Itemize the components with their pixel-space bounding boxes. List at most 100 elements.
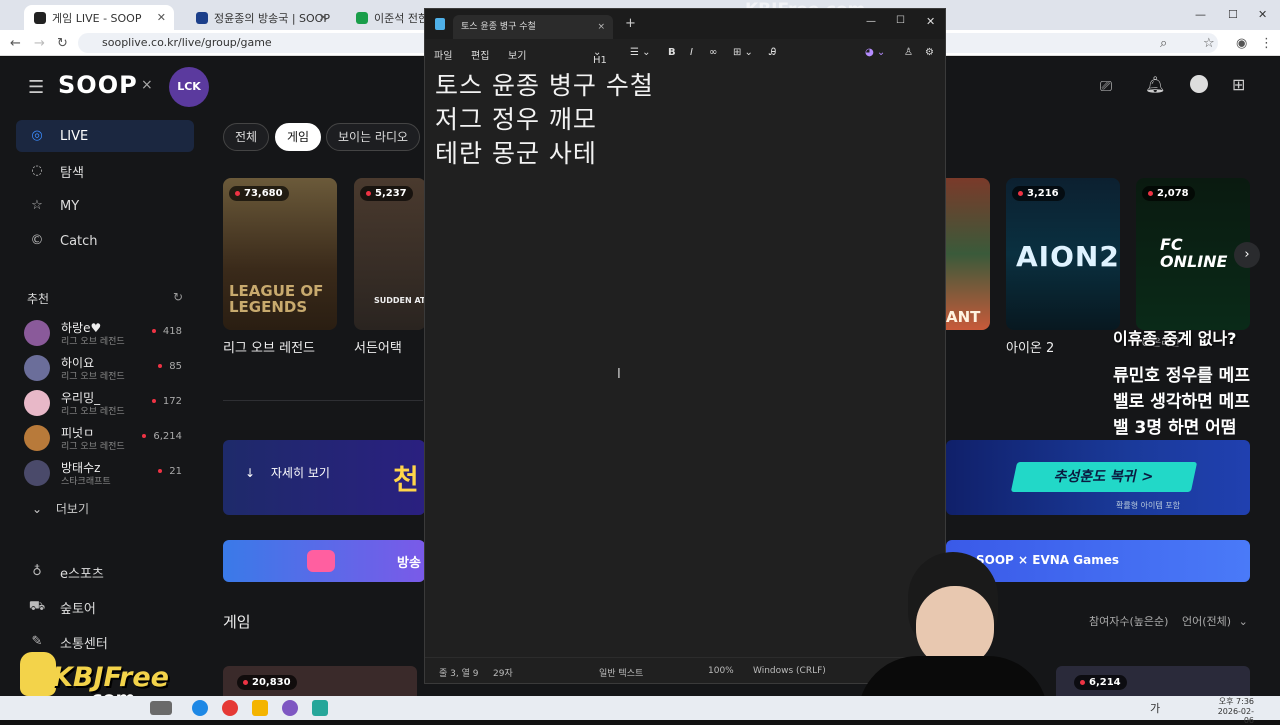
refresh-icon[interactable]: ↻: [173, 290, 183, 304]
account-icon[interactable]: ♙: [904, 47, 913, 58]
zoom-icon[interactable]: ⌕: [1160, 36, 1167, 51]
tab-label: 이준석 전한길: [374, 11, 426, 25]
viewer-count: 85: [158, 361, 182, 372]
event-icon: [307, 550, 335, 572]
link-icon[interactable]: ∞: [709, 47, 717, 58]
chip-game[interactable]: 게임: [275, 123, 322, 151]
user-avatar[interactable]: [1190, 75, 1208, 93]
close-window-icon[interactable]: ✕: [926, 15, 935, 28]
cart-icon: ⛟: [28, 599, 46, 614]
event-banner-left[interactable]: 방송: [223, 540, 425, 582]
hamburger-menu-icon[interactable]: ☰: [28, 77, 44, 98]
forward-icon[interactable]: →: [34, 36, 45, 51]
heading-dropdown[interactable]: H1 ⌄: [593, 47, 607, 66]
game-title[interactable]: 아이온 2: [1006, 337, 1054, 356]
minimize-icon[interactable]: —: [866, 16, 876, 27]
promo-banner-right[interactable]: 추성훈도 복귀 > 확률형 아이템 포함: [946, 440, 1250, 515]
bold-icon[interactable]: B: [668, 47, 676, 58]
tab-game-live[interactable]: 게임 LIVE - SOOP ✕: [24, 5, 174, 30]
sidebar-item-live[interactable]: ◎ LIVE: [16, 120, 194, 152]
sidebar-item-store[interactable]: ⛟ 숲토어: [16, 591, 194, 623]
discord-icon[interactable]: [282, 700, 298, 716]
chip-radio[interactable]: 보이는 라디오: [326, 123, 421, 151]
settings-gear-icon[interactable]: ⚙: [925, 47, 934, 58]
tab-news[interactable]: 이준석 전한길: [346, 5, 426, 30]
game-title[interactable]: 서든어택: [354, 337, 402, 356]
viewer-count: 172: [152, 396, 182, 407]
minimize-icon[interactable]: —: [1195, 8, 1206, 21]
status-position: 줄 3, 열 9: [439, 669, 479, 679]
avatar: [24, 355, 50, 381]
edge-icon[interactable]: [192, 700, 208, 716]
close-icon[interactable]: ✕: [319, 11, 328, 24]
sidebar-item-my[interactable]: ☆ MY: [16, 190, 194, 222]
sidebar-item-esports[interactable]: ♁ e스포츠: [16, 556, 194, 588]
clock[interactable]: 오후 7:36 2026-02-06: [1210, 696, 1254, 725]
recommend-title: 추천: [27, 292, 50, 306]
maximize-icon[interactable]: ☐: [1228, 8, 1238, 21]
list-item[interactable]: 하랑e♥ 리그 오브 레전드 418: [24, 318, 194, 348]
kbj-mascot-icon: [20, 652, 56, 696]
detail-button[interactable]: ↓ 자세히 보기: [245, 464, 330, 481]
notepad-tab-title: 토스 윤종 병구 수철: [461, 22, 536, 32]
task-view-icon[interactable]: [150, 701, 172, 715]
notepad-tab[interactable]: 토스 윤종 병구 수철 ×: [453, 15, 613, 39]
profile-icon[interactable]: ◉: [1236, 36, 1247, 51]
detail-label: 자세히 보기: [270, 466, 330, 480]
ime-indicator[interactable]: 가: [1150, 700, 1160, 716]
reload-icon[interactable]: ↻: [57, 36, 68, 51]
notepad-taskbar-icon[interactable]: [312, 700, 328, 716]
game-card-fc[interactable]: 2,078 FC ONLINE: [1136, 178, 1250, 330]
broadcast-icon[interactable]: ⎚: [1100, 77, 1112, 95]
sidebar-item-catch[interactable]: © Catch: [16, 225, 194, 257]
chip-all[interactable]: 전체: [223, 123, 270, 151]
promo-banner-left[interactable]: ↓ 자세히 보기 천: [223, 440, 425, 515]
maximize-icon[interactable]: ☐: [896, 15, 905, 26]
menu-edit[interactable]: 편집: [471, 47, 489, 62]
sort-dropdown[interactable]: 참여자수(높은순): [1089, 613, 1168, 629]
list-item[interactable]: 우리밍_ 리그 오브 레전드 172: [24, 388, 194, 418]
language-label: 언어(전체): [1182, 615, 1232, 628]
notepad-editor[interactable]: 토스 윤종 병구 수철 저그 정우 깨모 테란 몽군 사테: [435, 69, 654, 171]
new-tab-icon[interactable]: +: [625, 16, 636, 31]
more-button[interactable]: ⌄ 더보기: [32, 500, 89, 517]
clear-format-icon[interactable]: Ꭿ: [769, 47, 776, 58]
file-explorer-icon[interactable]: [252, 700, 268, 716]
sidebar-label: 소통센터: [60, 636, 108, 652]
list-item[interactable]: 피넛ㅁ 리그 오브 레전드 6,214: [24, 423, 194, 453]
news-favicon-icon: [356, 11, 368, 24]
bookmark-star-icon[interactable]: ☆: [1203, 36, 1215, 51]
copilot-icon[interactable]: ◕ ⌄: [865, 47, 885, 58]
list-icon[interactable]: ☰ ⌄: [630, 47, 651, 58]
game-card-sudden[interactable]: 5,237 SUDDEN ATTACK: [354, 178, 426, 330]
italic-icon[interactable]: I: [690, 47, 693, 58]
list-item[interactable]: 방태수z 스타크래프트 21: [24, 458, 194, 488]
close-icon[interactable]: ✕: [157, 11, 166, 24]
game-card-lol[interactable]: 73,680 LEAGUE OF LEGENDS: [223, 178, 337, 330]
lck-logo[interactable]: LCK: [169, 67, 209, 107]
status-format: 일반 텍스트: [599, 669, 644, 679]
bell-icon[interactable]: 🔔︎: [1145, 75, 1165, 94]
promo-cta-button[interactable]: 추성훈도 복귀 >: [1010, 462, 1198, 492]
menu-view[interactable]: 보기: [508, 47, 526, 62]
carousel-next-icon[interactable]: ›: [1234, 242, 1260, 268]
language-dropdown[interactable]: 언어(전체) ⌄: [1182, 613, 1248, 629]
list-item[interactable]: 하이요 리그 오브 레전드 85: [24, 353, 194, 383]
back-icon[interactable]: ←: [10, 36, 21, 51]
game-card-aion[interactable]: 3,216 AION2: [1006, 178, 1120, 330]
menu-kebab-icon[interactable]: ⋮: [1260, 36, 1273, 51]
stream-thumbnail[interactable]: 20,830: [223, 666, 417, 696]
sidebar-item-explore[interactable]: ◌ 탐색: [16, 155, 194, 187]
tab-close-icon[interactable]: ×: [597, 15, 605, 39]
stream-thumbnail[interactable]: 6,214: [1056, 666, 1250, 696]
close-window-icon[interactable]: ✕: [1258, 8, 1267, 21]
tab-broadcast[interactable]: 정윤종의 방송국 | SOOP ✕: [186, 5, 336, 30]
table-icon[interactable]: ⊞ ⌄: [733, 47, 753, 58]
menu-file[interactable]: 파일: [434, 47, 452, 62]
heading-label: H1: [593, 55, 607, 66]
soop-logo[interactable]: SOOP: [58, 71, 138, 99]
chrome-icon[interactable]: [222, 700, 238, 716]
game-title[interactable]: 리그 오브 레전드: [223, 337, 315, 356]
apps-grid-icon[interactable]: ⊞: [1232, 75, 1245, 94]
game-card-valorant[interactable]: ANT: [946, 178, 990, 330]
